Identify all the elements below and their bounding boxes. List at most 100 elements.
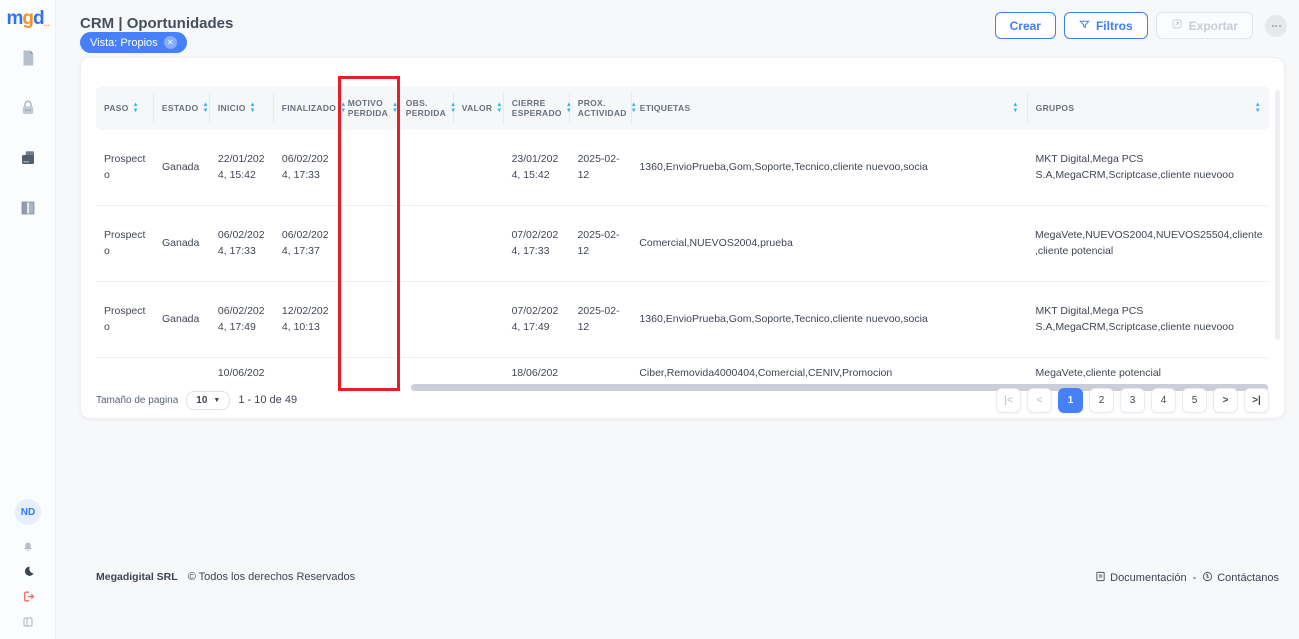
cell-finalizado bbox=[274, 358, 340, 366]
cell-etiquetas: 1360,EnvioPrueba,Gom,Soporte,Tecnico,cli… bbox=[631, 312, 1027, 328]
opportunities-table: PASO ▲▼ ESTADO ▲▼ INICIO ▲▼ FINALIZADO ▲… bbox=[81, 58, 1284, 385]
exportar-button[interactable]: Exportar bbox=[1156, 12, 1253, 39]
next-page-button[interactable]: > bbox=[1213, 388, 1238, 413]
column-header-paso[interactable]: PASO ▲▼ bbox=[96, 93, 154, 123]
table-row[interactable]: Prospecto Ganada 06/02/2024, 17:49 12/02… bbox=[96, 282, 1269, 358]
pagination-bar: Tamaño de pagina 10 ▼ 1 - 10 de 49 |< < … bbox=[81, 388, 1284, 418]
sidebar-item-crm[interactable] bbox=[16, 148, 40, 172]
cell-estado bbox=[154, 358, 210, 366]
cell-etiquetas: Ciber,Removida4000404,Comercial,CENIV,Pr… bbox=[631, 358, 1027, 385]
page-size-label: Tamaño de pagina bbox=[96, 395, 178, 406]
chip-close-icon[interactable]: ✕ bbox=[164, 36, 177, 49]
cell-motivo-perdida bbox=[340, 358, 398, 366]
settings-icon bbox=[1272, 25, 1281, 27]
company-name: Megadigital SRL bbox=[96, 571, 178, 585]
column-header-prox-actividad[interactable]: PROX. ACTIVIDAD ▲▼ bbox=[570, 93, 632, 123]
funnel-icon bbox=[1079, 19, 1090, 33]
documentation-link[interactable]: Documentación bbox=[1095, 571, 1186, 585]
prev-page-button[interactable]: < bbox=[1027, 388, 1052, 413]
document-icon bbox=[1095, 571, 1106, 585]
file-icon bbox=[19, 49, 37, 72]
top-bar: CRM | Oportunidades Crear Filtros Export… bbox=[56, 0, 1299, 46]
column-header-etiquetas[interactable]: ETIQUETAS ▲▼ bbox=[632, 93, 1028, 123]
page-button-1[interactable]: 1 bbox=[1058, 388, 1083, 413]
column-header-motivo-perdida[interactable]: MOTIVO PERDIDA ▲▼ bbox=[340, 93, 398, 123]
cell-paso: Prospecto bbox=[96, 304, 154, 336]
cell-inicio: 22/01/2024, 15:42 bbox=[210, 152, 274, 184]
cell-estado: Ganada bbox=[154, 312, 210, 328]
export-icon bbox=[1171, 18, 1183, 33]
sort-icon[interactable]: ▲▼ bbox=[1012, 102, 1018, 114]
page-button-5[interactable]: 5 bbox=[1182, 388, 1207, 413]
sidebar: mgd... bbox=[0, 0, 56, 639]
cell-grupos: MegaVete,NUEVOS2004,NUEVOS25504,cliente,… bbox=[1027, 228, 1269, 260]
column-header-finalizado[interactable]: FINALIZADO ▲▼ bbox=[274, 93, 340, 123]
copyright-text: © Todos los derechos Reservados bbox=[188, 571, 356, 585]
contact-icon bbox=[1202, 571, 1213, 585]
app-logo[interactable]: mgd... bbox=[0, 8, 56, 30]
page-button-4[interactable]: 4 bbox=[1151, 388, 1176, 413]
chevron-down-icon: ▼ bbox=[213, 397, 220, 404]
logo-dots: ... bbox=[44, 21, 50, 28]
cell-paso: Prospecto bbox=[96, 152, 154, 184]
cell-obs-perdida bbox=[398, 358, 454, 366]
table-header-row: PASO ▲▼ ESTADO ▲▼ INICIO ▲▼ FINALIZADO ▲… bbox=[96, 86, 1269, 130]
page-button-2[interactable]: 2 bbox=[1089, 388, 1114, 413]
logout-button[interactable] bbox=[19, 590, 37, 608]
sidebar-item-security[interactable] bbox=[16, 98, 40, 122]
header-actions: Crear Filtros Exportar bbox=[995, 12, 1287, 39]
sort-icon[interactable]: ▲▼ bbox=[202, 102, 208, 114]
main-content: CRM | Oportunidades Crear Filtros Export… bbox=[56, 0, 1299, 639]
column-header-inicio[interactable]: INICIO ▲▼ bbox=[210, 93, 274, 123]
user-avatar[interactable]: ND bbox=[15, 499, 41, 525]
column-header-obs-perdida[interactable]: OBS. PERDIDA ▲▼ bbox=[398, 93, 454, 123]
cell-cierre-esperado: 18/06/2024, bbox=[503, 358, 569, 385]
sort-icon[interactable]: ▲▼ bbox=[250, 102, 256, 114]
sidebar-item-library[interactable] bbox=[16, 198, 40, 222]
settings-button[interactable] bbox=[1265, 15, 1287, 37]
book-icon bbox=[19, 199, 37, 222]
column-header-grupos[interactable]: GRUPOS ▲▼ bbox=[1028, 93, 1269, 123]
bell-icon bbox=[22, 540, 34, 558]
cell-prox-actividad: 2025-02-12 bbox=[569, 228, 631, 260]
filtros-button[interactable]: Filtros bbox=[1064, 12, 1148, 39]
view-filter-chip[interactable]: Vista: Propios ✕ bbox=[80, 32, 187, 53]
opportunities-table-card: PASO ▲▼ ESTADO ▲▼ INICIO ▲▼ FINALIZADO ▲… bbox=[80, 57, 1285, 419]
table-row-partial[interactable]: 10/06/2024, 18/06/2024, Ciber,Removida40… bbox=[96, 358, 1269, 385]
sidebar-item-documents[interactable] bbox=[16, 48, 40, 72]
last-page-button[interactable]: >| bbox=[1244, 388, 1269, 413]
cell-etiquetas: Comercial,NUEVOS2004,prueba bbox=[631, 236, 1027, 252]
cell-estado: Ganada bbox=[154, 236, 210, 252]
page-size-area: Tamaño de pagina 10 ▼ 1 - 10 de 49 bbox=[96, 391, 297, 410]
contact-link[interactable]: Contáctanos bbox=[1202, 571, 1279, 585]
column-header-valor[interactable]: VALOR ▲▼ bbox=[454, 93, 504, 123]
page-footer: Megadigital SRL © Todos los derechos Res… bbox=[56, 571, 1299, 585]
cell-grupos: MKT Digital,Mega PCS S.A,MegaCRM,Scriptc… bbox=[1028, 152, 1269, 184]
cell-prox-actividad: 2025-02-12 bbox=[570, 152, 632, 184]
vertical-scrollbar[interactable] bbox=[1275, 90, 1280, 340]
column-header-cierre-esperado[interactable]: CIERRE ESPERADO ▲▼ bbox=[504, 93, 570, 123]
first-page-button[interactable]: |< bbox=[996, 388, 1021, 413]
cell-inicio: 06/02/2024, 17:33 bbox=[210, 228, 274, 260]
table-row[interactable]: Prospecto Ganada 06/02/2024, 17:33 06/02… bbox=[96, 206, 1269, 282]
sidebar-nav bbox=[0, 48, 56, 222]
column-header-estado[interactable]: ESTADO ▲▼ bbox=[154, 93, 210, 123]
crear-button[interactable]: Crear bbox=[995, 12, 1056, 39]
sort-icon[interactable]: ▲▼ bbox=[1255, 102, 1261, 114]
sort-icon[interactable]: ▲▼ bbox=[133, 102, 139, 114]
notifications-button[interactable] bbox=[19, 540, 37, 558]
page-button-3[interactable]: 3 bbox=[1120, 388, 1145, 413]
collapse-sidebar-button[interactable] bbox=[19, 615, 37, 633]
cell-finalizado: 12/02/2024, 10:13 bbox=[274, 304, 340, 336]
logo-letter-g: g bbox=[22, 8, 33, 29]
table-row[interactable]: Prospecto Ganada 22/01/2024, 15:42 06/02… bbox=[96, 130, 1269, 206]
chip-label: Vista: Propios bbox=[90, 37, 158, 49]
footer-links: Documentación - Contáctanos bbox=[1095, 571, 1279, 585]
page-size-select[interactable]: 10 ▼ bbox=[186, 391, 230, 410]
sort-icon[interactable]: ▲▼ bbox=[496, 102, 502, 114]
dark-mode-toggle[interactable] bbox=[19, 565, 37, 583]
workstation-icon bbox=[19, 149, 37, 172]
cell-prox-actividad bbox=[569, 358, 631, 366]
logout-icon bbox=[22, 590, 35, 608]
lock-icon bbox=[19, 99, 37, 122]
